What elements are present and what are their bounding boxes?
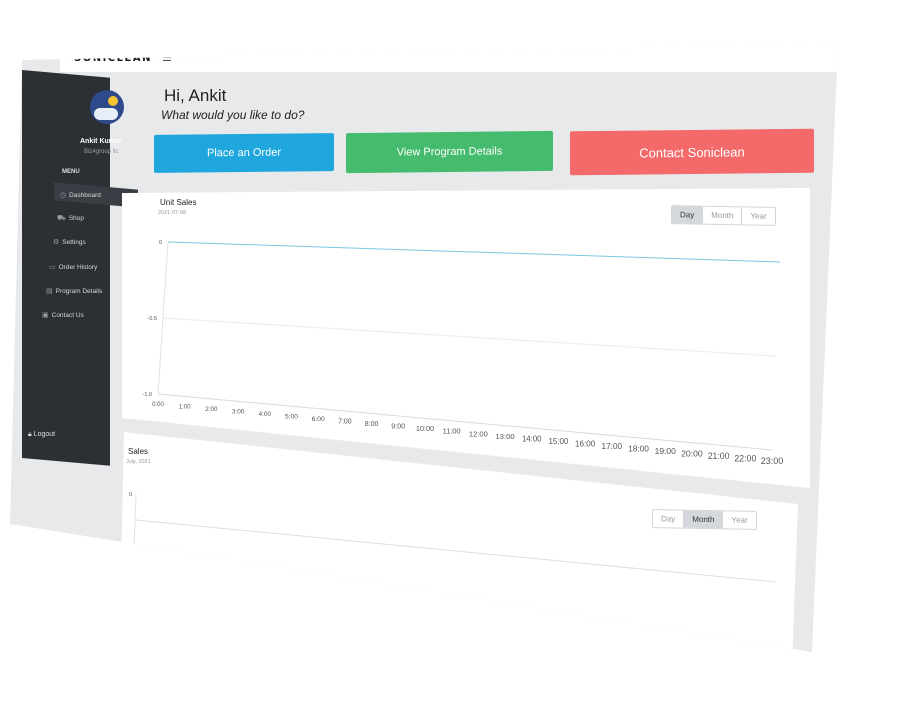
x-tick-label: 16:00 xyxy=(575,439,596,448)
y-tick-label: -1.0 xyxy=(143,392,152,398)
x-axis-line xyxy=(157,393,773,451)
x-tick-label: 8:00 xyxy=(365,421,379,428)
gridline xyxy=(162,317,777,357)
x-tick-label: 1:00 xyxy=(179,404,192,411)
sales-y-tick-label: 0 xyxy=(129,492,132,498)
x-tick-label: 12:00 xyxy=(469,429,488,438)
x-tick-label: 2:00 xyxy=(205,406,218,413)
x-tick-label: 9:00 xyxy=(391,423,405,431)
x-tick-label: 3:00 xyxy=(232,409,245,416)
app-window: SONICLEAN ☰ Program Update – June 01 202… xyxy=(10,33,838,652)
x-tick-label: 7:00 xyxy=(338,419,352,426)
sales-y-axis-line xyxy=(127,493,137,652)
x-tick-label: 4:00 xyxy=(258,411,271,418)
x-tick-label: 11:00 xyxy=(443,427,461,436)
x-tick-label: 19:00 xyxy=(655,446,676,456)
x-tick-label: 20:00 xyxy=(681,448,703,458)
unit-sales-series-line xyxy=(167,241,781,263)
x-tick-label: 10:00 xyxy=(416,424,434,433)
screen: SONICLEAN ☰ Program Update – June 01 202… xyxy=(0,0,914,716)
x-tick-label: 23:00 xyxy=(761,456,784,466)
notification-badge: 1 xyxy=(542,33,550,41)
bell-icon[interactable]: 🔔︎ xyxy=(536,44,550,49)
x-tick-label: 21:00 xyxy=(708,451,730,461)
sales-gridline xyxy=(135,519,777,583)
x-tick-label: 13:00 xyxy=(495,432,514,441)
x-tick-label: 17:00 xyxy=(602,442,623,451)
x-tick-label: 0:00 xyxy=(152,402,164,408)
y-tick-label: 0 xyxy=(159,240,162,246)
x-tick-label: 14:00 xyxy=(522,434,542,443)
x-tick-label: 22:00 xyxy=(734,453,756,463)
x-tick-label: 5:00 xyxy=(285,414,298,421)
x-tick-label: 6:00 xyxy=(312,416,325,423)
x-tick-label: 18:00 xyxy=(628,443,649,453)
y-tick-label: -0.5 xyxy=(148,316,157,322)
charts-layer: 0 -0.5 -1.00:00 1:00 2:00 3:00 4:00 5:00 6:00 7:0… xyxy=(127,240,784,652)
x-tick-label: 15:00 xyxy=(548,437,568,446)
